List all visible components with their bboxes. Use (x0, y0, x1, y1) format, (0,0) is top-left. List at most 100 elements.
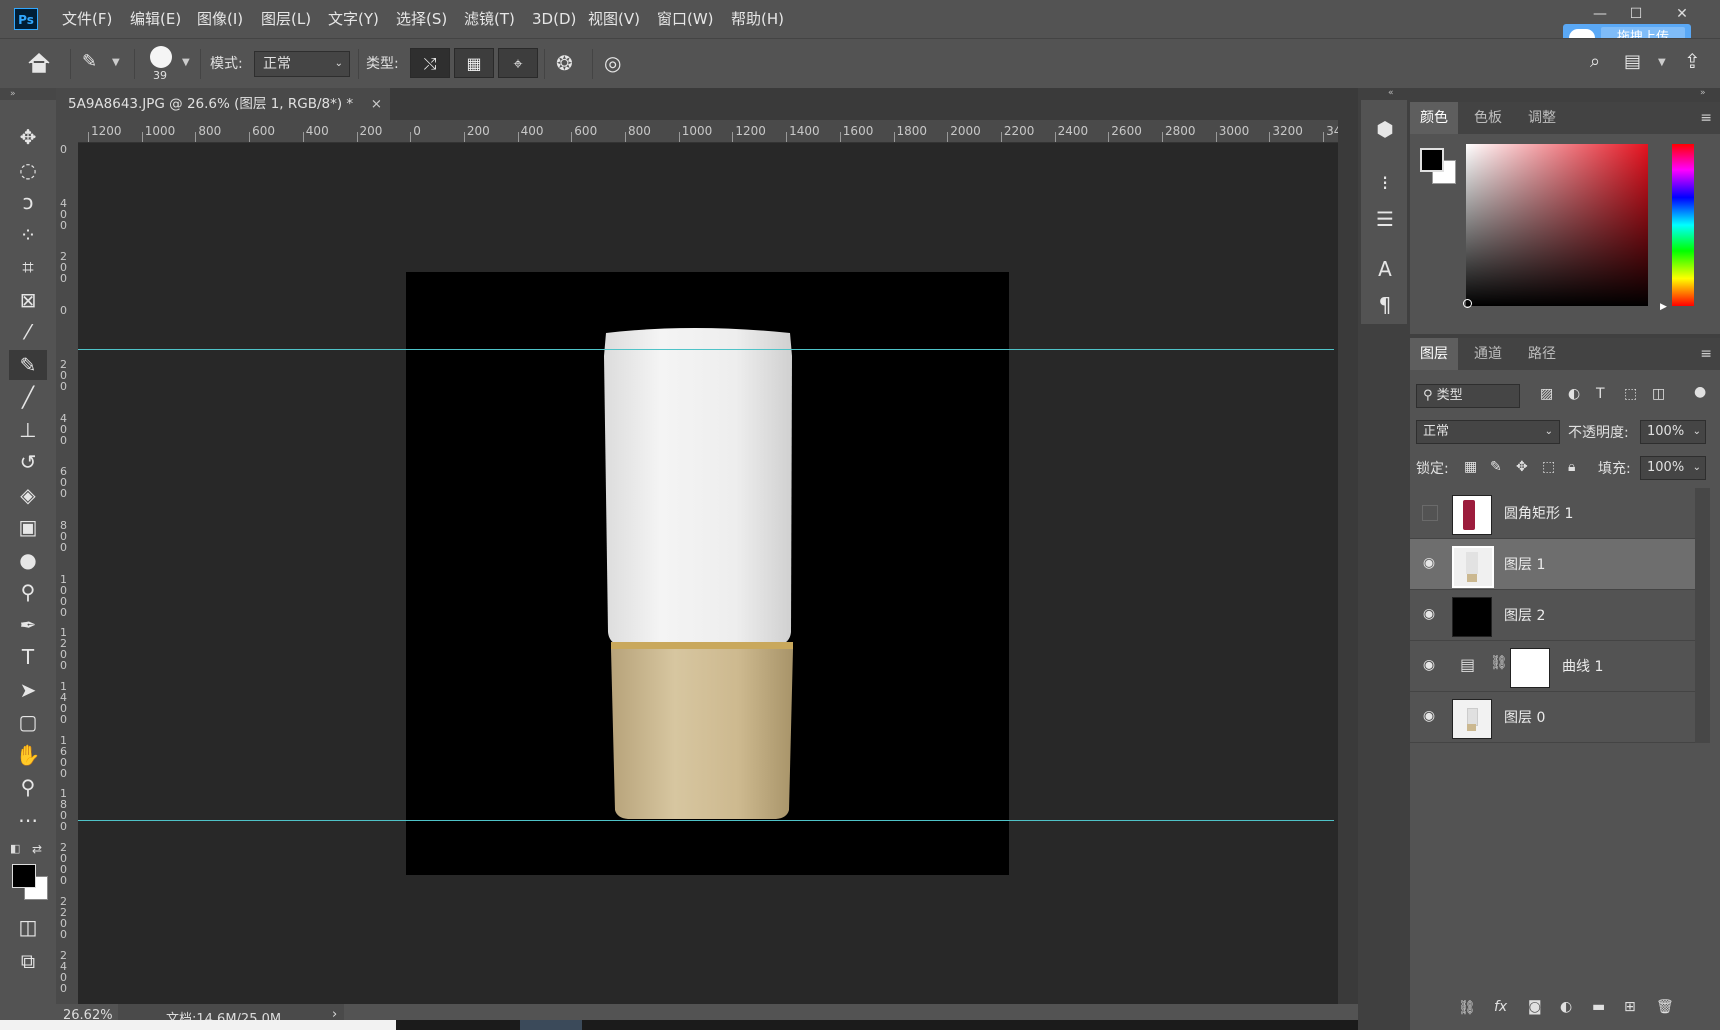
pen-tool-icon[interactable]: ✒ (9, 610, 47, 640)
eraser-tool-icon[interactable]: ◈ (9, 480, 47, 510)
default-colors-icon[interactable]: ◧ (10, 842, 20, 855)
tab-adjustments[interactable]: 调整 (1518, 102, 1566, 134)
layer-row[interactable]: 圆角矩形 1 (1410, 488, 1695, 539)
layer-mask-thumbnail[interactable] (1510, 648, 1550, 688)
stamp-tool-icon[interactable]: ⊥ (9, 415, 47, 445)
fx-icon[interactable]: fx (1494, 999, 1507, 1015)
eye-icon[interactable]: ◉ (1420, 605, 1438, 623)
marquee-tool-icon[interactable]: ◌ (9, 155, 47, 185)
lasso-tool-icon[interactable]: ↄ (9, 187, 47, 217)
hue-slider-handle[interactable]: ▶ (1660, 302, 1667, 312)
blur-tool-icon[interactable]: ● (9, 545, 47, 575)
adjust-sliders-icon[interactable]: ☰ (1370, 204, 1400, 234)
lock-position-icon[interactable]: ✥ (1516, 459, 1528, 475)
chevron-down-icon[interactable]: ▼ (112, 57, 120, 68)
lock-transparency-icon[interactable]: ▦ (1464, 459, 1477, 475)
chain-link-icon[interactable]: ⛓ (1490, 655, 1508, 671)
lock-pixels-icon[interactable]: ✎ (1490, 459, 1502, 475)
type-tool-icon[interactable]: T (9, 642, 47, 672)
minimize-icon[interactable]: — (1588, 4, 1612, 24)
layer-row[interactable]: ◉ 图层 0 (1410, 692, 1695, 743)
menu-file[interactable]: 文件(F) (62, 0, 112, 38)
guide-line-bottom[interactable] (78, 820, 1334, 821)
swap-colors-icon[interactable]: ⇄ (32, 842, 42, 856)
collapse-arrows-icon[interactable]: » (1700, 88, 1706, 98)
healing-brush-tool-icon[interactable]: ✎ (9, 350, 47, 380)
fill-input[interactable]: 100% ⌄ (1640, 456, 1706, 480)
hand-tool-icon[interactable]: ✋ (9, 740, 47, 770)
search-icon[interactable]: ⌕ (1590, 51, 1600, 72)
menu-filter[interactable]: 滤镜(T) (464, 0, 515, 38)
menu-select[interactable]: 选择(S) (396, 0, 447, 38)
paragraph-icon[interactable]: ¶ (1370, 290, 1400, 320)
tab-layers[interactable]: 图层 (1410, 338, 1458, 370)
workspace-icon[interactable]: ▤ (1624, 51, 1641, 72)
ruler-origin[interactable] (56, 120, 78, 142)
visibility-toggle[interactable] (1422, 505, 1438, 521)
character-icon[interactable]: A (1370, 254, 1400, 284)
chevron-down-icon[interactable]: ▼ (1658, 57, 1666, 68)
healing-brush-icon[interactable]: ✎ (82, 51, 106, 75)
panel-menu-icon[interactable]: ≡ (1700, 346, 1712, 362)
smart-object-filter-icon[interactable]: ◫ (1652, 386, 1665, 402)
3d-icon[interactable]: ⬢ (1370, 114, 1400, 144)
brush-tool-icon[interactable]: ╱ (9, 382, 47, 412)
home-icon[interactable] (26, 51, 52, 75)
tab-swatches[interactable]: 色板 (1464, 102, 1512, 134)
maximize-icon[interactable]: ☐ (1624, 4, 1648, 24)
eyedropper-tool-icon[interactable]: ⁄ (9, 317, 47, 347)
tab-paths[interactable]: 路径 (1518, 338, 1566, 370)
shape-tool-icon[interactable]: ▢ (9, 707, 47, 737)
collapse-arrows-icon[interactable]: « (1388, 88, 1394, 98)
new-group-icon[interactable]: ▬ (1592, 999, 1605, 1015)
chevron-down-icon[interactable]: ▼ (182, 57, 190, 68)
menu-type[interactable]: 文字(Y) (328, 0, 379, 38)
shape-filter-icon[interactable]: ⬚ (1624, 386, 1637, 402)
path-select-tool-icon[interactable]: ➤ (9, 675, 47, 705)
layer-row[interactable]: ◉ 图层 2 (1410, 590, 1695, 641)
panel-foreground-swatch[interactable] (1420, 148, 1444, 172)
collapse-arrows-icon[interactable]: » (0, 88, 56, 100)
menu-edit[interactable]: 编辑(E) (130, 0, 181, 38)
layer-row[interactable]: ◉ 图层 1 (1410, 539, 1695, 590)
brush-preview-icon[interactable] (150, 46, 172, 68)
vertical-scrollbar[interactable] (1338, 120, 1358, 1004)
menu-image[interactable]: 图像(I) (197, 0, 243, 38)
more-tools-icon[interactable]: ⋯ (9, 805, 47, 835)
menu-window[interactable]: 窗口(W) (657, 0, 714, 38)
pressure-icon[interactable]: ◎ (604, 51, 621, 75)
layers-scrollbar[interactable] (1695, 488, 1710, 743)
color-picker-cursor[interactable] (1463, 299, 1472, 308)
type-filter-icon[interactable]: T (1596, 386, 1605, 402)
quick-select-tool-icon[interactable]: ⁘ (9, 220, 47, 250)
screen-mode-icon[interactable]: ⧉ (9, 946, 47, 976)
close-tab-icon[interactable]: × (371, 88, 382, 120)
blend-mode-select[interactable]: 正常 ⌄ (1416, 420, 1560, 444)
lock-artboard-icon[interactable]: ⬚ (1542, 459, 1555, 475)
new-layer-icon[interactable]: ⊞ (1624, 999, 1636, 1015)
eye-icon[interactable]: ◉ (1420, 656, 1438, 674)
menu-layer[interactable]: 图层(L) (261, 0, 311, 38)
horizontal-ruler[interactable]: 1200 1000 800 600 400 200 0 200 400 600 800 1000 120… (78, 120, 1338, 143)
menu-view[interactable]: 视图(V) (588, 0, 640, 38)
layer-filter-select[interactable]: ⚲ 类型 (1416, 384, 1520, 408)
pixel-filter-icon[interactable]: ▨ (1540, 386, 1553, 402)
guide-line-top[interactable] (78, 349, 1334, 350)
close-icon[interactable]: ✕ (1670, 4, 1694, 24)
brush-settings-icon[interactable]: ⁝ (1370, 168, 1400, 198)
share-icon[interactable]: ⇪ (1684, 49, 1701, 73)
eye-icon[interactable]: ◉ (1420, 554, 1438, 572)
filter-toggle-icon[interactable]: ● (1694, 384, 1706, 400)
mode-select[interactable]: 正常 ⌄ (254, 51, 350, 77)
color-picker-field[interactable] (1466, 144, 1648, 306)
eye-icon[interactable]: ◉ (1420, 707, 1438, 725)
crop-tool-icon[interactable]: ⌗ (9, 252, 47, 282)
opacity-input[interactable]: 100% ⌄ (1640, 420, 1706, 444)
add-mask-icon[interactable]: ◙ (1528, 999, 1542, 1015)
tab-channels[interactable]: 通道 (1464, 338, 1512, 370)
proximity-match-button[interactable]: ⌖ (498, 48, 538, 78)
document-tab[interactable]: 5A9A8643.JPG @ 26.6% (图层 1, RGB/8*) * × (56, 88, 390, 120)
panel-menu-icon[interactable]: ≡ (1700, 110, 1712, 126)
sample-all-layers-icon[interactable]: ❂ (556, 51, 573, 75)
trash-icon[interactable]: 🗑︎ (1656, 999, 1674, 1015)
